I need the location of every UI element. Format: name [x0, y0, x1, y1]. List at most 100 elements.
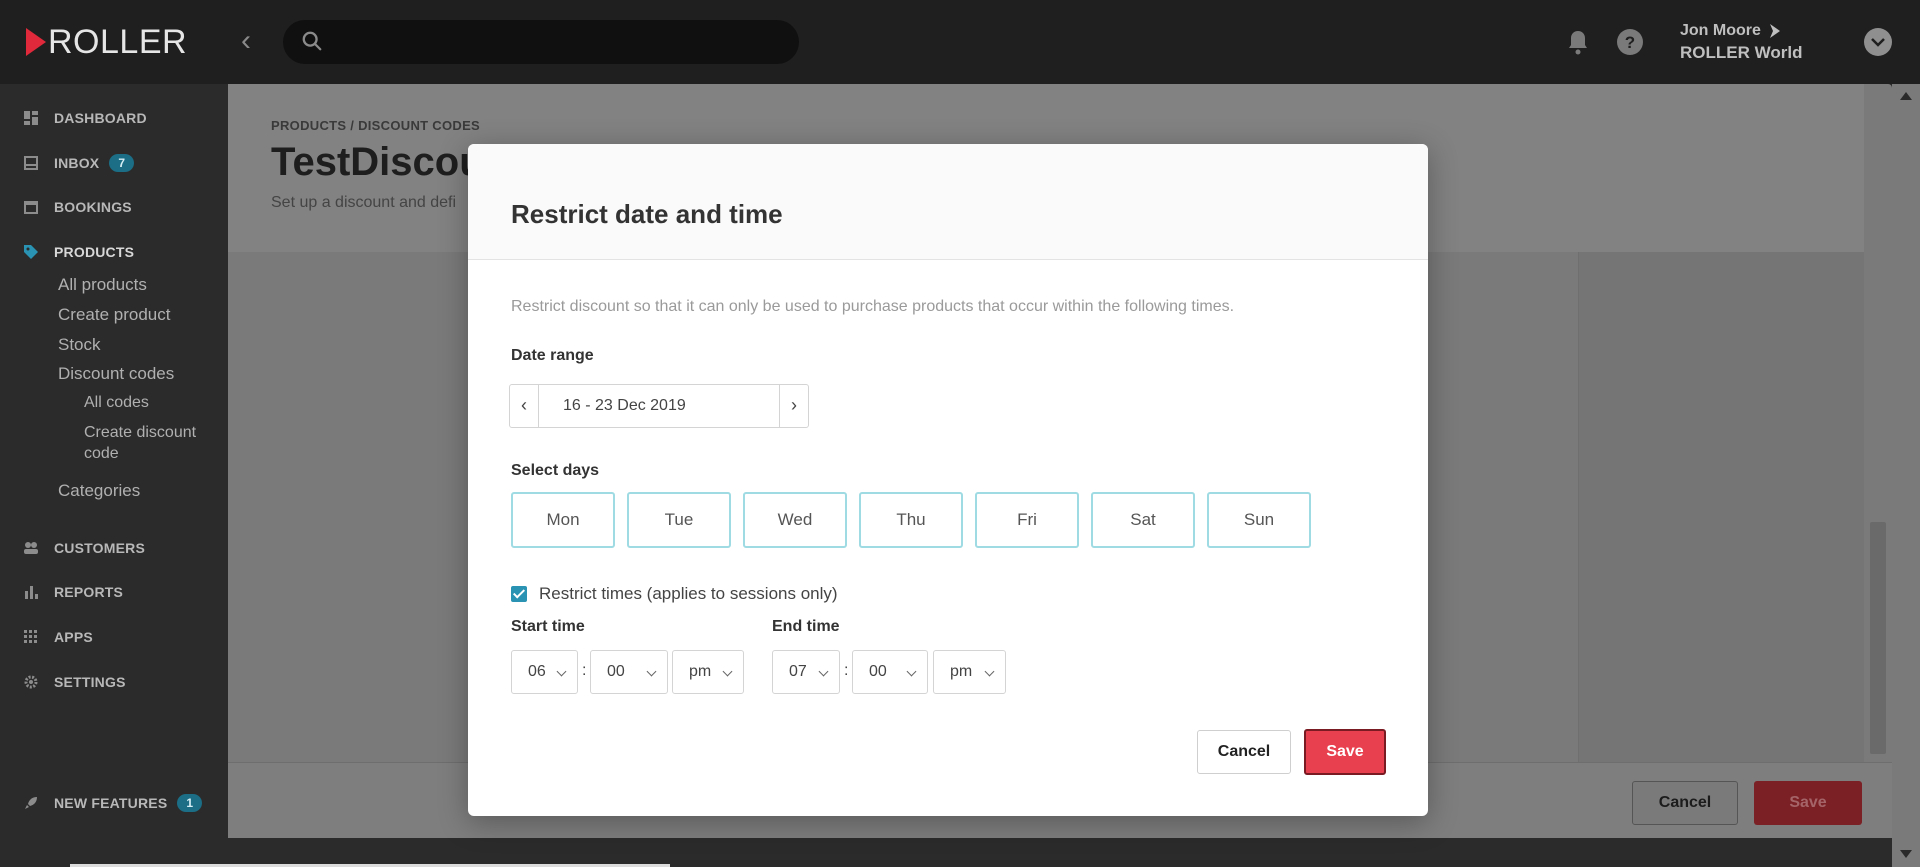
user-name: Jon Moore	[1680, 22, 1761, 39]
start-time-label: Start time	[511, 618, 585, 635]
date-range-prev-chevron-left-icon[interactable]: ‹	[510, 385, 539, 427]
sidebar-item-bookings[interactable]: BOOKINGS	[24, 199, 132, 215]
start-hour-value: 06	[528, 663, 546, 680]
dashboard-icon	[24, 111, 38, 125]
end-ampm-value: pm	[950, 663, 973, 680]
page-save-button[interactable]: Save	[1754, 781, 1862, 825]
select-days-label: Select days	[511, 462, 600, 479]
end-hour-select[interactable]: 07	[772, 650, 840, 694]
side-panel	[1578, 252, 1864, 764]
end-minute-value: 00	[869, 663, 887, 680]
scrollbar-thumb[interactable]	[1870, 522, 1886, 754]
user-menu-chevron-down-icon[interactable]	[1864, 28, 1892, 56]
start-ampm-value: pm	[689, 663, 712, 680]
new-features-count-badge: 1	[177, 794, 203, 812]
chevron-down-icon	[722, 666, 733, 677]
sidebar-item-customers[interactable]: CUSTOMERS	[24, 540, 145, 556]
sidebar-item-products[interactable]: PRODUCTS	[24, 244, 134, 260]
start-hour-select[interactable]: 06	[511, 650, 578, 694]
search-icon	[302, 31, 322, 51]
search-bar[interactable]	[283, 20, 799, 64]
day-selector: Mon Tue Wed Thu Fri Sat Sun	[511, 492, 1311, 548]
sidebar-item-label: SETTINGS	[54, 674, 126, 690]
scroll-up-arrow-icon[interactable]	[1900, 92, 1912, 100]
scrollbar[interactable]	[1892, 84, 1920, 867]
day-mon-button[interactable]: Mon	[511, 492, 615, 548]
modal-intro: Restrict discount so that it can only be…	[511, 298, 1235, 315]
day-sun-button[interactable]: Sun	[1207, 492, 1311, 548]
sidebar-item-label: BOOKINGS	[54, 199, 132, 215]
top-bar: ROLLER ‹ ? Jon Moore ROLLER World	[0, 0, 1920, 84]
restrict-times-checkbox[interactable]	[511, 586, 527, 602]
sidebar: DASHBOARD INBOX 7 BOOKINGS PRODUCTS All …	[0, 84, 228, 867]
scroll-down-arrow-icon[interactable]	[1900, 850, 1912, 858]
chevron-down-icon	[556, 666, 567, 677]
time-separator: :	[582, 662, 587, 679]
rocket-icon	[25, 797, 37, 809]
day-wed-button[interactable]: Wed	[743, 492, 847, 548]
chevron-down-icon	[984, 666, 995, 677]
date-range-next-chevron-right-icon[interactable]: ›	[779, 385, 808, 427]
logo-text: ROLLER	[48, 22, 188, 61]
sidebar-item-settings[interactable]: SETTINGS	[24, 674, 126, 690]
day-thu-button[interactable]: Thu	[859, 492, 963, 548]
page-title: TestDiscou	[271, 140, 484, 184]
end-hour-value: 07	[789, 663, 807, 680]
modal-save-button[interactable]: Save	[1304, 729, 1386, 775]
sidebar-sub-create-discount-code[interactable]: Create discount code	[84, 422, 224, 464]
user-org: ROLLER World	[1680, 43, 1803, 62]
bell-icon[interactable]	[1566, 28, 1590, 56]
roller-logo-icon	[26, 28, 46, 56]
start-minute-select[interactable]: 00	[590, 650, 668, 694]
date-range-picker: ‹ 16 - 23 Dec 2019 ›	[509, 384, 809, 428]
modal-cancel-button[interactable]: Cancel	[1197, 730, 1291, 774]
gear-icon	[24, 675, 38, 689]
apps-grid-icon	[24, 630, 37, 643]
day-sat-button[interactable]: Sat	[1091, 492, 1195, 548]
restrict-times-row[interactable]: Restrict times (applies to sessions only…	[511, 584, 838, 604]
user-menu[interactable]: Jon Moore ROLLER World	[1680, 20, 1802, 64]
chevron-down-icon	[906, 666, 917, 677]
sidebar-sub-all-codes[interactable]: All codes	[84, 392, 149, 413]
sidebar-item-new-features[interactable]: NEW FEATURES 1	[24, 794, 203, 812]
sidebar-sub-create-product[interactable]: Create product	[58, 304, 170, 325]
svg-text:?: ?	[1625, 33, 1635, 52]
sidebar-sub-stock[interactable]: Stock	[58, 334, 101, 355]
chevron-down-icon	[818, 666, 829, 677]
sidebar-item-dashboard[interactable]: DASHBOARD	[24, 110, 147, 126]
sidebar-item-label: CUSTOMERS	[54, 540, 145, 556]
collapse-sidebar-chevron-left-icon[interactable]: ‹	[232, 26, 260, 58]
sidebar-item-apps[interactable]: APPS	[24, 629, 93, 645]
roller-mark-icon	[1769, 24, 1780, 38]
end-ampm-select[interactable]: pm	[933, 650, 1006, 694]
sidebar-item-label: NEW FEATURES	[54, 795, 168, 811]
day-tue-button[interactable]: Tue	[627, 492, 731, 548]
restrict-times-label: Restrict times (applies to sessions only…	[539, 584, 838, 603]
sidebar-sub-categories[interactable]: Categories	[58, 480, 140, 501]
day-fri-button[interactable]: Fri	[975, 492, 1079, 548]
restrict-date-time-modal: Restrict date and time Restrict discount…	[468, 144, 1428, 816]
modal-title: Restrict date and time	[511, 199, 783, 229]
search-input[interactable]	[339, 28, 779, 56]
sidebar-sub-all-products[interactable]: All products	[58, 274, 147, 295]
page-cancel-button[interactable]: Cancel	[1632, 781, 1738, 825]
bar-chart-icon	[25, 586, 38, 599]
end-time-label: End time	[772, 618, 840, 635]
inbox-count-badge: 7	[109, 154, 135, 172]
sidebar-item-reports[interactable]: REPORTS	[24, 584, 123, 600]
breadcrumb[interactable]: PRODUCTS / DISCOUNT CODES	[271, 118, 480, 133]
sidebar-item-label: PRODUCTS	[54, 244, 135, 260]
sidebar-item-label: REPORTS	[54, 584, 124, 600]
chevron-down-icon	[646, 666, 657, 677]
calendar-icon	[24, 201, 38, 214]
help-icon[interactable]: ?	[1616, 28, 1644, 56]
sidebar-item-inbox[interactable]: INBOX 7	[24, 154, 135, 172]
start-minute-value: 00	[607, 663, 625, 680]
customers-icon	[24, 542, 38, 554]
end-minute-select[interactable]: 00	[852, 650, 928, 694]
sidebar-item-label: DASHBOARD	[54, 110, 147, 126]
sidebar-sub-discount-codes[interactable]: Discount codes	[58, 363, 174, 384]
date-range-value[interactable]: 16 - 23 Dec 2019	[539, 385, 779, 427]
start-ampm-select[interactable]: pm	[672, 650, 744, 694]
roller-logo[interactable]: ROLLER	[26, 22, 187, 62]
